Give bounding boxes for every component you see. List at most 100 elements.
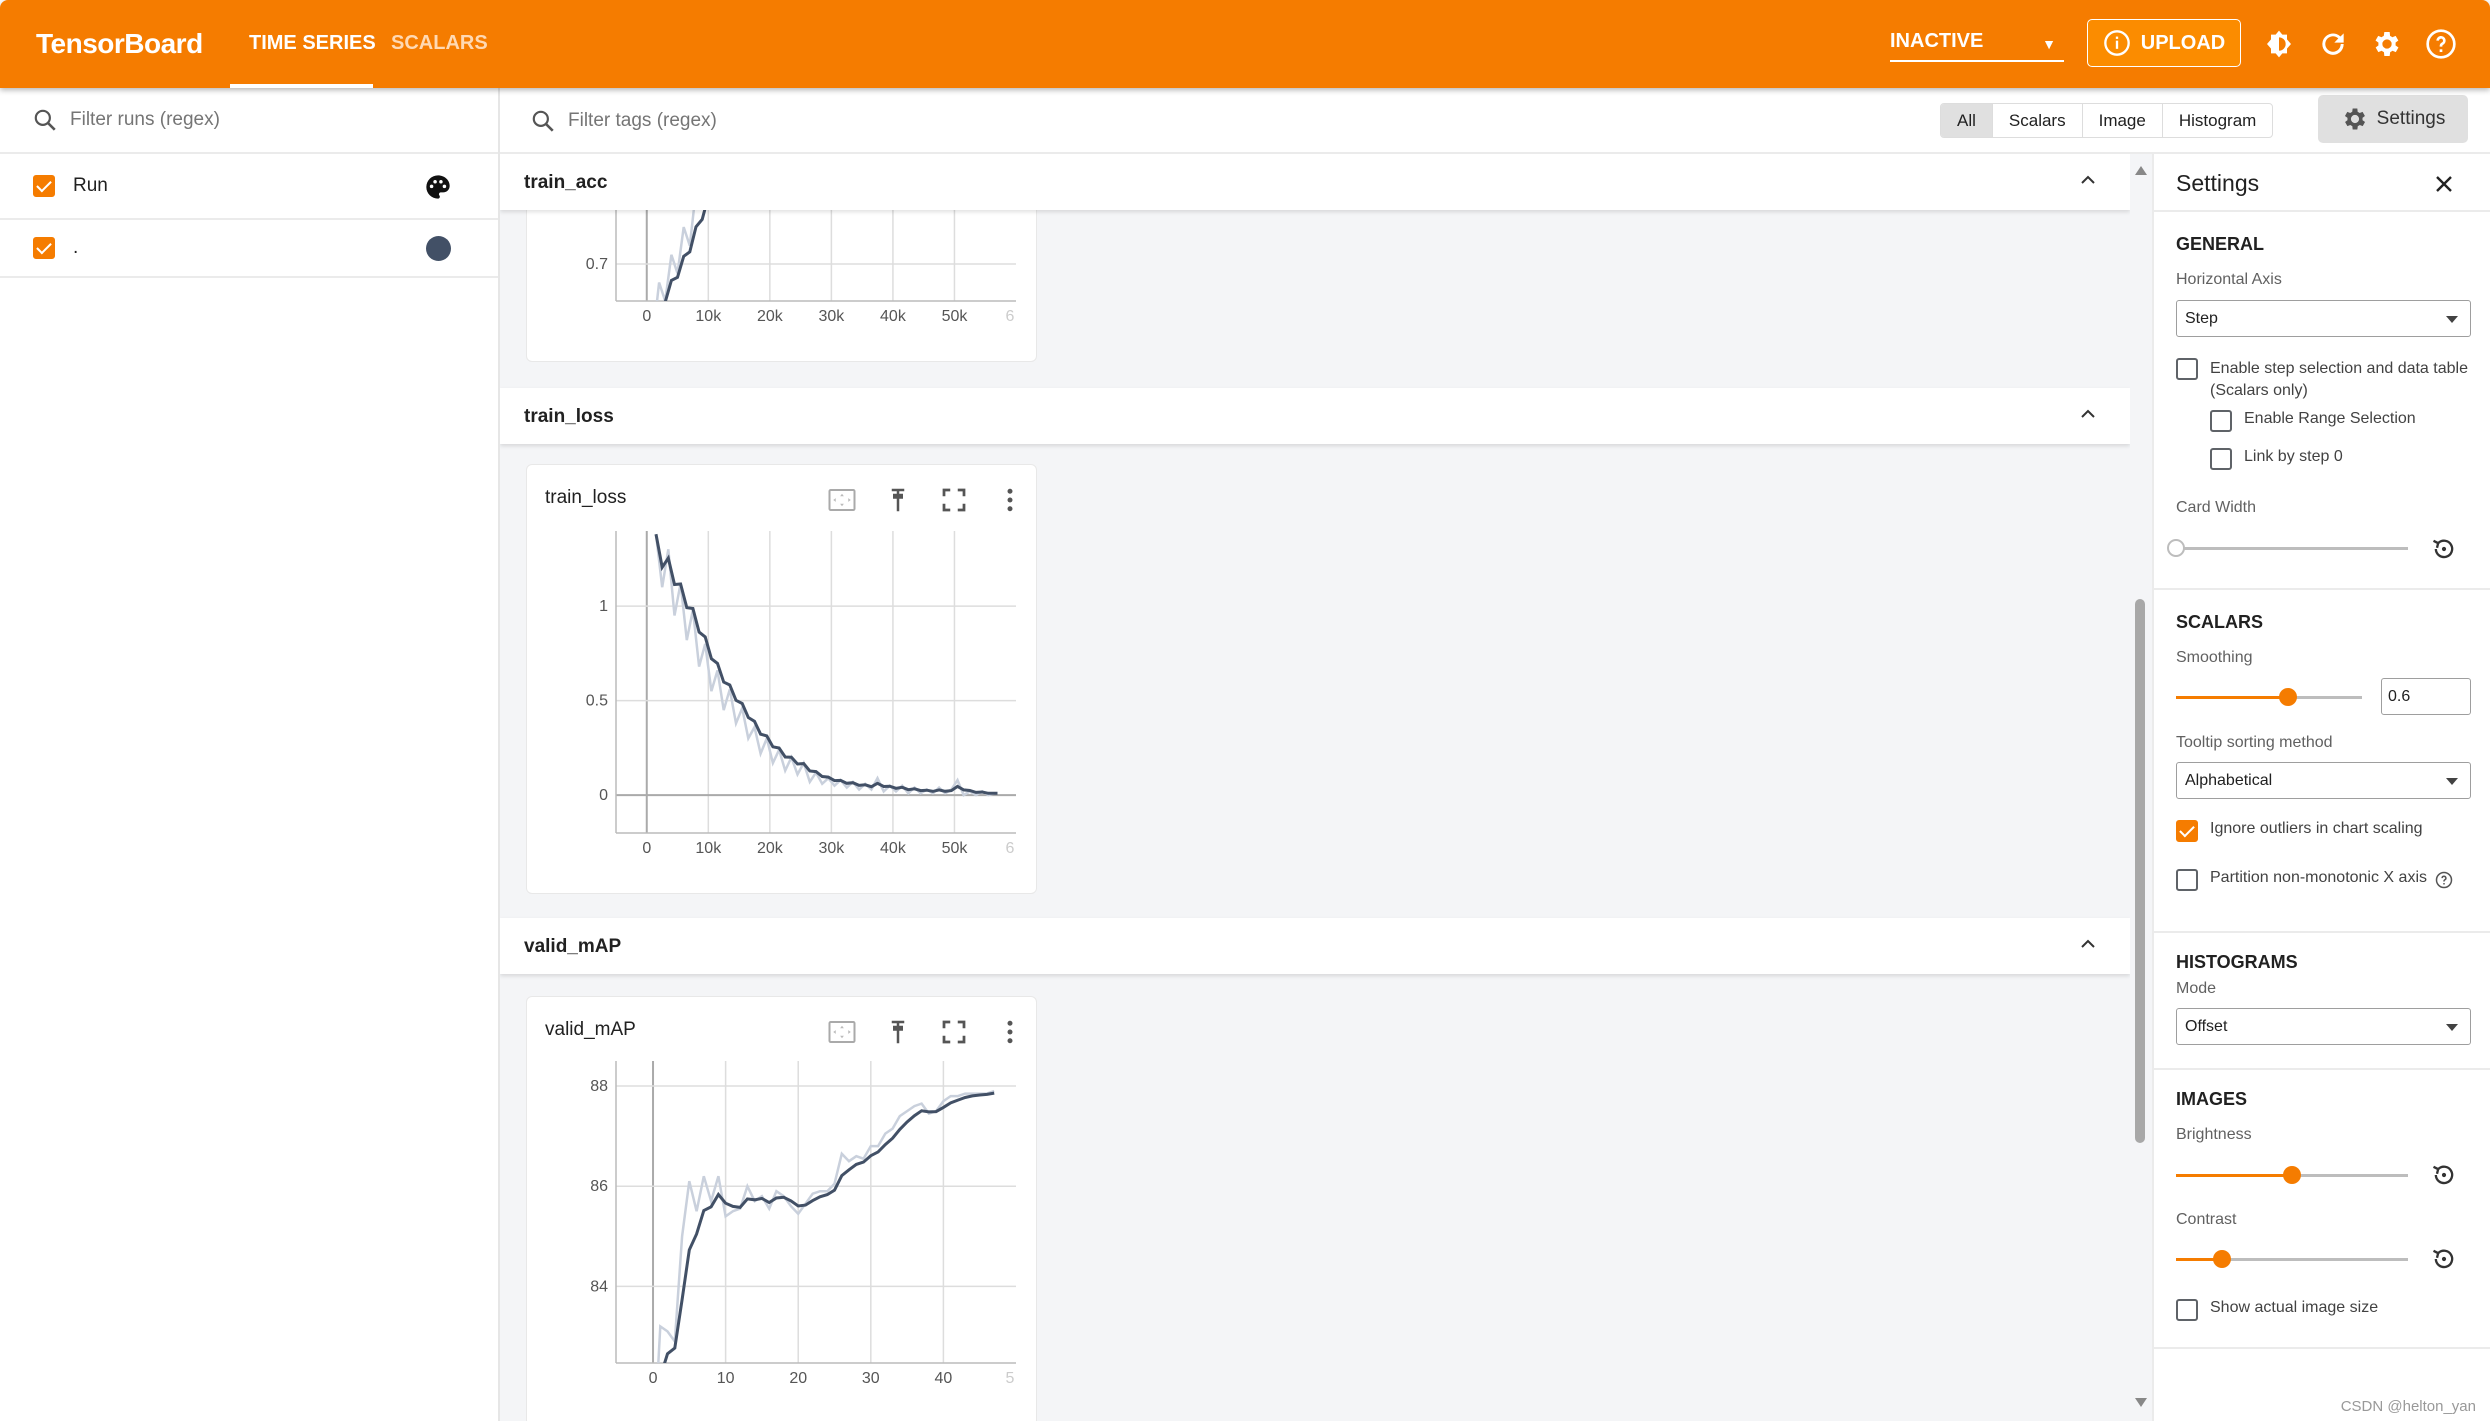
line-chart[interactable]: 0 10k 20k 30k 40k 50k 6 0 0.5 1	[527, 465, 1038, 895]
step-selection-note: (Scalars only)	[2210, 382, 2308, 399]
type-scalars-button[interactable]: Scalars	[1991, 104, 2082, 137]
filter-tags-input[interactable]: Filter tags (regex)	[530, 88, 1530, 154]
checkbox[interactable]	[2176, 869, 2198, 891]
reset-icon[interactable]	[2430, 535, 2458, 563]
run-checkbox[interactable]	[33, 175, 55, 197]
time-series-main: train_acc 0 10k 20k 30k 40k 50k 6 0.7 train_los…	[500, 154, 2130, 1421]
slider-thumb[interactable]	[2278, 688, 2297, 706]
fit-domain-icon[interactable]	[827, 485, 857, 515]
divider	[2154, 210, 2490, 212]
checkbox[interactable]	[2176, 1299, 2198, 1321]
section-header-valid-map[interactable]: valid_mAP	[500, 918, 2130, 974]
pin-icon[interactable]	[883, 485, 913, 515]
horizontal-axis-label: Horizontal Axis	[2176, 271, 2282, 288]
slider-thumb[interactable]	[2167, 539, 2185, 557]
card-width-slider[interactable]	[2167, 539, 2408, 557]
series-group	[654, 533, 998, 798]
section-header-train-loss[interactable]: train_loss	[500, 388, 2130, 444]
reset-icon[interactable]	[2430, 1161, 2458, 1189]
more-vert-icon[interactable]	[995, 485, 1025, 515]
more-vert-icon[interactable]	[995, 1017, 1025, 1047]
settings-gear-icon[interactable]	[2371, 28, 2403, 60]
slider-fill	[2176, 696, 2288, 699]
section-title: valid_mAP	[524, 936, 622, 957]
link-step0-label: Link by step 0	[2244, 448, 2343, 465]
help-icon[interactable]	[2425, 28, 2457, 60]
actual-size-checkbox[interactable]: Show actual image size	[2176, 1299, 2378, 1321]
reset-icon[interactable]	[2430, 1245, 2458, 1273]
run-row[interactable]: .	[0, 220, 498, 278]
chevron-up-icon[interactable]	[2076, 402, 2100, 426]
card-toolbar	[827, 1017, 1025, 1047]
tooltip-sort-label: Tooltip sorting method	[2176, 734, 2333, 751]
tooltip-sort-select[interactable]: Alphabetical	[2176, 762, 2471, 799]
x-tick-label: 10	[717, 1370, 735, 1387]
runs-sidebar: Filter runs (regex) Run .	[0, 88, 500, 1421]
x-tick-label: 30k	[818, 308, 845, 325]
fit-domain-icon[interactable]	[827, 1017, 857, 1047]
plugin-type-toggle: All Scalars Image Histogram	[1940, 103, 2274, 138]
ignore-outliers-label: Ignore outliers in chart scaling	[2210, 820, 2423, 837]
checkbox[interactable]	[2210, 410, 2232, 432]
partition-checkbox[interactable]: Partition non-monotonic X axis	[2176, 869, 2453, 891]
dropdown-caret-icon: ▼	[2042, 36, 2056, 52]
raw-series-line	[654, 534, 998, 798]
upload-button[interactable]: UPLOAD	[2087, 19, 2241, 67]
smoothing-input[interactable]: 0.6	[2381, 678, 2471, 715]
x-tick-label: 40	[935, 1370, 953, 1387]
pin-icon[interactable]	[883, 1017, 913, 1047]
range-selection-checkbox[interactable]: Enable Range Selection	[2210, 410, 2416, 432]
x-tick-label: 6	[1006, 840, 1015, 857]
x-tick-label: 20	[789, 1370, 807, 1387]
run-checkbox[interactable]	[33, 237, 55, 259]
slider-thumb[interactable]	[2283, 1166, 2301, 1184]
y-tick-label: 0.5	[586, 693, 608, 710]
chevron-up-icon[interactable]	[2076, 168, 2100, 192]
smoothing-label: Smoothing	[2176, 649, 2253, 666]
x-tick-label: 0	[649, 1370, 658, 1387]
palette-icon[interactable]	[424, 173, 452, 201]
plugin-select[interactable]: INACTIVE ▼	[1890, 30, 2064, 62]
section-header-train-acc[interactable]: train_acc	[500, 154, 2130, 210]
ignore-outliers-checkbox[interactable]: Ignore outliers in chart scaling	[2176, 820, 2423, 842]
dark-mode-icon[interactable]	[2263, 28, 2295, 60]
active-tab-indicator	[230, 84, 373, 88]
refresh-icon[interactable]	[2317, 28, 2349, 60]
run-row[interactable]: Run	[0, 154, 498, 220]
line-chart[interactable]: 0 10 20 30 40 5 84 86 88	[527, 997, 1038, 1421]
slider-fill	[2176, 1174, 2292, 1177]
fullscreen-icon[interactable]	[939, 1017, 969, 1047]
filter-runs-input[interactable]: Filter runs (regex)	[0, 88, 498, 154]
type-histogram-button[interactable]: Histogram	[2161, 104, 2272, 137]
run-color-swatch[interactable]	[426, 236, 451, 261]
close-icon[interactable]	[2432, 172, 2456, 196]
horizontal-axis-select[interactable]: Step	[2176, 300, 2471, 337]
main-scrollbar[interactable]	[2130, 154, 2152, 1421]
histogram-mode-select[interactable]: Offset	[2176, 1008, 2471, 1045]
scroll-up-arrow[interactable]	[2135, 166, 2147, 175]
contrast-slider[interactable]	[2176, 1250, 2408, 1268]
scrollbar-thumb[interactable]	[2135, 599, 2145, 1143]
checkbox[interactable]	[2176, 820, 2198, 842]
type-all-button[interactable]: All	[1941, 104, 1992, 137]
link-step0-checkbox[interactable]: Link by step 0	[2210, 448, 2343, 470]
help-icon[interactable]	[2435, 871, 2453, 889]
settings-button-label: Settings	[2376, 108, 2446, 129]
tab-scalars[interactable]: SCALARS	[391, 32, 488, 55]
chevron-up-icon[interactable]	[2076, 932, 2100, 956]
x-tick-label: 20k	[757, 840, 784, 857]
fullscreen-icon[interactable]	[939, 485, 969, 515]
tab-time-series[interactable]: TIME SERIES	[249, 32, 376, 55]
settings-toggle-button[interactable]: Settings	[2318, 95, 2468, 143]
scroll-down-arrow[interactable]	[2135, 1398, 2147, 1407]
step-selection-checkbox[interactable]: Enable step selection and data table (Sca…	[2176, 358, 2468, 402]
type-image-button[interactable]: Image	[2081, 104, 2162, 137]
x-tick-label: 10k	[695, 840, 722, 857]
checkbox[interactable]	[2210, 448, 2232, 470]
slider-thumb[interactable]	[2213, 1250, 2232, 1268]
brightness-slider[interactable]	[2176, 1166, 2408, 1184]
run-label: .	[73, 237, 79, 258]
checkbox[interactable]	[2176, 358, 2198, 380]
x-tick-label: 40k	[880, 840, 907, 857]
smoothing-slider[interactable]	[2176, 688, 2362, 706]
